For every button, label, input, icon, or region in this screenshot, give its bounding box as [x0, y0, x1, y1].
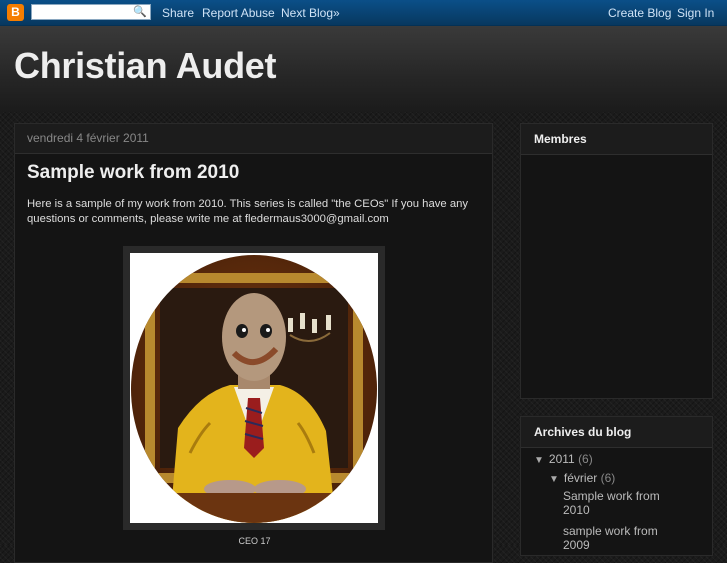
post-body: Here is a sample of my work from 2010. T… [27, 198, 469, 225]
archive-year-2011[interactable]: ▼ 2011 (6) [534, 452, 593, 466]
expand-triangle-icon[interactable]: ▼ [534, 455, 544, 466]
archive-post-link[interactable]: Sample work from 2010 [563, 489, 683, 517]
report-abuse-link[interactable]: Report Abuse [202, 6, 275, 20]
post-date: vendredi 4 février 2011 [15, 124, 492, 154]
post-container: vendredi 4 février 2011 Sample work from… [14, 123, 493, 563]
archive-heading: Archives du blog [521, 417, 712, 448]
sign-in-link[interactable]: Sign In [677, 6, 714, 20]
members-widget: Membres [520, 123, 713, 399]
post-image[interactable] [130, 253, 378, 523]
archive-post-link[interactable]: sample work from 2009 [563, 524, 683, 552]
archive-year-count: (6) [578, 452, 593, 466]
blogger-logo-icon[interactable]: B [7, 4, 24, 21]
search-input[interactable]: 🔍 [31, 4, 151, 20]
expand-triangle-icon[interactable]: ▼ [549, 474, 559, 485]
blog-title[interactable]: Christian Audet [14, 45, 276, 87]
archive-month-fevrier[interactable]: ▼ février (6) [549, 471, 615, 485]
create-blog-link[interactable]: Create Blog [608, 6, 671, 20]
archive-month-label[interactable]: février [564, 471, 597, 485]
post-image-frame[interactable] [123, 246, 385, 530]
blogger-navbar: B 🔍 Share Report Abuse Next Blog» Create… [0, 0, 727, 26]
archive-widget: Archives du blog ▼ 2011 (6) ▼ février (6) … [520, 416, 713, 556]
post-title[interactable]: Sample work from 2010 [27, 162, 239, 184]
next-blog-link[interactable]: Next Blog» [281, 6, 340, 20]
search-icon[interactable]: 🔍 [133, 6, 147, 19]
archive-year-label[interactable]: 2011 [549, 452, 575, 466]
share-link[interactable]: Share [162, 6, 194, 20]
archive-month-count: (6) [600, 471, 616, 485]
ceo-portrait-image [131, 255, 377, 523]
members-heading: Membres [521, 124, 712, 155]
